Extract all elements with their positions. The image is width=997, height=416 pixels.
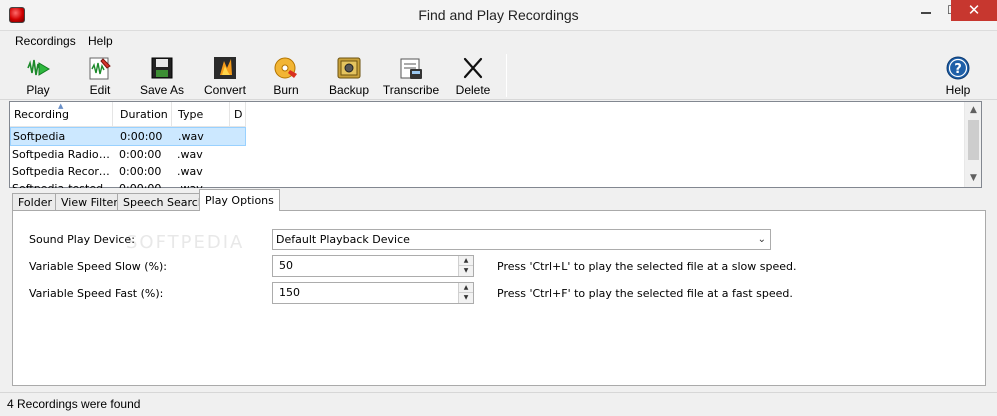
- list-rows: Softpedia 0:00:00 .wav Softpedia Radio-v…: [10, 127, 246, 188]
- help-button[interactable]: ? Help: [937, 53, 979, 99]
- fast-speed-spin-buttons: ▲ ▼: [458, 283, 473, 303]
- tab-play-options[interactable]: Play Options: [199, 189, 280, 211]
- convert-icon: [214, 57, 236, 79]
- cell-duration: 0:00:00: [117, 180, 172, 188]
- scroll-up-icon[interactable]: ▲: [965, 102, 982, 119]
- cell-recording: Softpedia Radio-vr: [12, 148, 113, 161]
- softpedia-watermark: SOFTPEDIA: [126, 232, 245, 253]
- spin-up-icon[interactable]: ▲: [459, 283, 473, 293]
- slow-speed-value: 50: [279, 259, 293, 272]
- slow-speed-stepper[interactable]: 50 ▲ ▼: [272, 255, 474, 277]
- column-recording[interactable]: Recording ▲: [10, 102, 113, 127]
- save-as-button[interactable]: Save As: [136, 53, 188, 99]
- backup-button[interactable]: Backup: [324, 53, 374, 99]
- cell-type: .wav: [175, 180, 225, 188]
- spin-up-icon[interactable]: ▲: [459, 256, 473, 266]
- backup-label: Backup: [328, 83, 370, 97]
- cell-type: .wav: [177, 165, 203, 178]
- sound-device-value: Default Playback Device: [276, 233, 410, 246]
- spin-down-icon[interactable]: ▼: [459, 293, 473, 303]
- fast-speed-label: Variable Speed Fast (%):: [29, 287, 164, 300]
- delete-label: Delete: [455, 83, 491, 97]
- list-scrollbar[interactable]: ▲ ▼: [964, 102, 981, 187]
- table-row[interactable]: Softpedia-tested 0:00:00 .wav: [10, 180, 246, 188]
- floppy-disk-icon: [151, 57, 173, 79]
- cell-duration: 0:00:00: [119, 148, 162, 161]
- cell-type: .wav: [177, 148, 203, 161]
- status-text: 4 Recordings were found: [7, 397, 141, 411]
- minimize-button[interactable]: [921, 12, 931, 14]
- menu-bar: Recordings Help: [0, 31, 997, 51]
- list-header: Recording ▲ Duration Type D: [10, 102, 246, 127]
- edit-button[interactable]: Edit: [75, 53, 125, 99]
- burn-label: Burn: [273, 83, 299, 97]
- cell-recording: Softpedia-tested: [10, 180, 113, 188]
- safe-icon: [337, 57, 361, 79]
- fast-speed-value: 150: [279, 286, 300, 299]
- help-icon: ?: [946, 56, 970, 80]
- cell-recording: Softpedia Recordin...: [12, 165, 113, 178]
- sound-device-label: Sound Play Device:: [29, 233, 135, 246]
- play-waveform-icon: [27, 59, 50, 76]
- close-button[interactable]: ✕: [951, 0, 997, 21]
- sort-ascending-icon: ▲: [58, 102, 64, 110]
- delete-button[interactable]: Delete: [451, 53, 495, 99]
- cell-duration: 0:00:00: [119, 165, 162, 178]
- fast-speed-stepper[interactable]: 150 ▲ ▼: [272, 282, 474, 304]
- column-type[interactable]: Type: [172, 102, 230, 127]
- recordings-list[interactable]: Recording ▲ Duration Type D Softpedia 0:…: [9, 101, 982, 188]
- convert-button[interactable]: Convert: [199, 53, 251, 99]
- transcribe-button[interactable]: Transcribe: [381, 53, 441, 99]
- play-options-panel: SOFTPEDIA Sound Play Device: Default Pla…: [12, 210, 986, 386]
- transcribe-label: Transcribe: [382, 83, 440, 97]
- table-row[interactable]: Softpedia 0:00:00 .wav: [10, 127, 246, 146]
- options-tabs: Folder View Filter Speech Search Play Op…: [12, 189, 986, 211]
- cell-duration: 0:00:00: [120, 130, 163, 143]
- status-bar: 4 Recordings were found: [0, 392, 997, 416]
- cd-burn-icon: [274, 57, 297, 79]
- play-button[interactable]: Play: [13, 53, 63, 99]
- help-label: Help: [945, 83, 971, 97]
- toolbar: Play Edit Save As Convert Burn Backup Tr…: [0, 51, 997, 100]
- delete-x-icon: [463, 57, 483, 79]
- edit-label: Edit: [89, 83, 111, 97]
- cell-recording: Softpedia: [13, 130, 66, 143]
- cell-type: .wav: [178, 130, 204, 143]
- save-as-label: Save As: [139, 83, 185, 97]
- transcribe-icon: [400, 58, 422, 79]
- window-title: Find and Play Recordings: [418, 7, 579, 23]
- svg-text:?: ?: [954, 62, 962, 77]
- column-d[interactable]: D: [230, 102, 246, 127]
- scroll-thumb[interactable]: [968, 120, 979, 160]
- slow-speed-label: Variable Speed Slow (%):: [29, 260, 168, 273]
- scroll-down-icon[interactable]: ▼: [965, 170, 982, 187]
- column-duration[interactable]: Duration: [113, 102, 172, 127]
- fast-speed-hint: Press 'Ctrl+F' to play the selected file…: [497, 287, 793, 300]
- tab-view-filter[interactable]: View Filter: [55, 193, 124, 211]
- convert-label: Convert: [203, 83, 247, 97]
- menu-help[interactable]: Help: [88, 34, 113, 48]
- spin-down-icon[interactable]: ▼: [459, 266, 473, 276]
- title-bar: Find and Play Recordings ☐ ✕: [0, 0, 997, 31]
- burn-button[interactable]: Burn: [263, 53, 309, 99]
- play-label: Play: [26, 83, 50, 97]
- tab-speech-search[interactable]: Speech Search: [117, 193, 211, 211]
- sound-device-select[interactable]: Default Playback Device ⌄: [272, 229, 771, 250]
- menu-recordings[interactable]: Recordings: [15, 34, 76, 48]
- chevron-down-icon[interactable]: ⌄: [758, 230, 766, 249]
- tab-folder[interactable]: Folder: [12, 193, 58, 211]
- slow-speed-hint: Press 'Ctrl+L' to play the selected file…: [497, 260, 797, 273]
- slow-speed-spin-buttons: ▲ ▼: [458, 256, 473, 276]
- edit-waveform-icon: [89, 57, 111, 80]
- toolbar-separator: [506, 54, 507, 97]
